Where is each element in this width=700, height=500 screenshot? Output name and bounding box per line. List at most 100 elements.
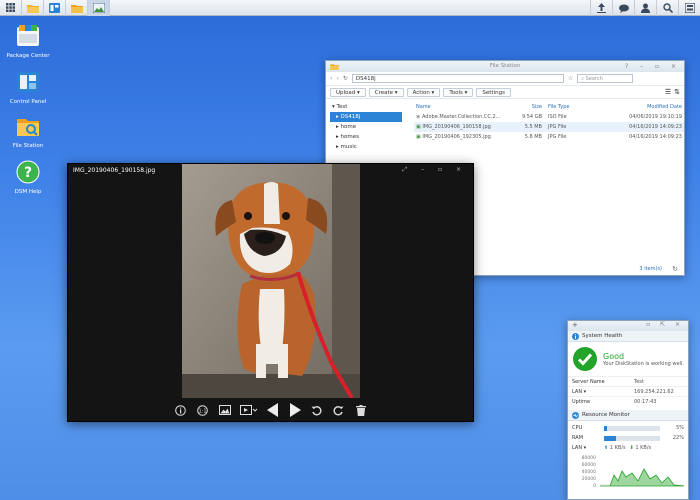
tree-item-ds418j[interactable]: ▸ DS418j [330, 112, 402, 122]
desktop-icon-package-center[interactable]: Package Center [4, 24, 52, 59]
file-type: ISO File [548, 114, 567, 120]
add-widget-icon[interactable]: + [572, 321, 578, 329]
file-row[interactable]: ▣ IMG_20190406_192305.jpg 5.8 MB JPG Fil… [414, 132, 684, 142]
refresh-list-icon[interactable]: ↻ [672, 265, 678, 273]
lan-speed-dropdown[interactable]: LAN ▾ [572, 445, 600, 451]
lan-ip-value: 169.254.221.62 [634, 389, 674, 395]
notification-button[interactable] [612, 0, 634, 16]
next-button[interactable] [288, 403, 302, 417]
chart-tick: 0 [593, 484, 596, 489]
photo-viewer-window-controls[interactable]: ⤢ – ▫ × [402, 166, 467, 174]
create-button[interactable]: Create ▾ [368, 87, 404, 97]
network-chart: 80000 60000 40000 20000 0 [572, 455, 684, 489]
tools-button[interactable]: Tools ▾ [443, 87, 474, 97]
path-input[interactable]: DS418j [351, 74, 564, 83]
column-type[interactable]: File Type [542, 102, 602, 112]
info-button[interactable] [174, 403, 188, 417]
rotate-left-button[interactable] [310, 403, 324, 417]
upload-queue-button[interactable] [590, 0, 612, 16]
user-button[interactable] [634, 0, 656, 16]
control-panel-icon [49, 2, 60, 13]
star-icon[interactable]: ☆ [568, 75, 573, 82]
chart-tick: 80000 [581, 456, 596, 461]
upload-button[interactable]: Upload ▾ [330, 87, 366, 97]
sort-icon[interactable]: ⇅ [674, 88, 680, 96]
ram-label: RAM [572, 435, 584, 441]
delete-button[interactable] [354, 403, 368, 417]
widgets-button[interactable] [678, 0, 700, 16]
health-status-message: Your DiskStation is working well. [603, 360, 684, 367]
zoom-icon: 1:1 [197, 404, 208, 416]
info-icon [175, 404, 186, 416]
lan-ip-row: LAN ▾ 169.254.221.62 [568, 386, 688, 396]
uptime-value: 00:17:43 [634, 399, 657, 405]
cpu-row: CPU 5% [568, 423, 688, 433]
photo-viewer-title: IMG_20190406_190158.jpg [73, 167, 156, 174]
back-icon[interactable]: ‹ [330, 75, 332, 82]
uptime-label: Uptime [572, 399, 591, 405]
tree-item-home[interactable]: ▸ home [330, 122, 402, 132]
cpu-bar-fill [604, 425, 607, 431]
resource-monitor-title: Resource Monitor [582, 412, 630, 418]
upload-speed: ⬆ 1 KB/s [604, 445, 626, 451]
server-name-value: Test [634, 379, 644, 385]
tree-item-label: homes [340, 134, 359, 140]
settings-button[interactable]: Settings [476, 87, 511, 97]
lan-dropdown[interactable]: LAN ▾ [572, 387, 586, 396]
image-file-icon: ▣ [416, 134, 421, 140]
taskbar-folder-button[interactable] [66, 0, 88, 16]
file-name: ◉ Adobe.Master.Collection.CC.2... [414, 112, 514, 122]
search-button[interactable] [656, 0, 678, 16]
column-size[interactable]: Size [514, 102, 542, 112]
tree-root[interactable]: ▾ Test [330, 102, 402, 112]
taskbar-file-station-button[interactable] [22, 0, 44, 16]
desktop-icon-control-panel[interactable]: Control Panel [4, 70, 52, 105]
photo-viewer-toolbar: 1:1 [68, 399, 473, 421]
column-modified[interactable]: Modified Date [602, 102, 684, 112]
tree-item-music[interactable]: ▸ music [330, 142, 402, 152]
forward-icon[interactable]: › [336, 75, 338, 82]
widget-panel-controls[interactable]: ▫ ⇱ × [646, 321, 684, 328]
file-size: 5.8 MB [524, 134, 542, 140]
search-input[interactable]: ⌕ Search [577, 74, 634, 83]
tree-root-label: Test [336, 104, 348, 110]
file-station-titlebar[interactable]: File Station ? – ▫ × [326, 61, 684, 72]
chart-tick: 20000 [581, 477, 596, 482]
slideshow-button[interactable] [239, 403, 258, 417]
lan-speed-row: LAN ▾ ⬆ 1 KB/s ⬇ 1 KB/s [568, 443, 688, 453]
chart-tick: 40000 [581, 470, 596, 475]
taskbar-photo-viewer-button[interactable] [88, 0, 110, 16]
desktop-icon-label: Control Panel [9, 98, 47, 105]
svg-text:?: ? [24, 165, 32, 181]
tree-item-homes[interactable]: ▸ homes [330, 132, 402, 142]
ram-row: RAM 22% [568, 433, 688, 443]
file-row[interactable]: ▣ IMG_20190406_190158.jpg 5.5 MB JPG Fil… [414, 122, 684, 132]
main-menu-button[interactable] [0, 0, 22, 16]
zoom-button[interactable]: 1:1 [196, 403, 210, 417]
file-modified: 04/06/2019 19:10:19 [629, 114, 682, 120]
file-name-text: IMG_20190406_192305.jpg [422, 134, 491, 140]
file-row[interactable]: ◉ Adobe.Master.Collection.CC.2... 9.54 G… [414, 112, 684, 122]
file-size: 5.5 MB [524, 124, 542, 130]
arrow-down-icon: ⬇ [629, 445, 634, 451]
desktop-icon-dsm-help[interactable]: ? DSM Help [4, 160, 52, 195]
file-name: ▣ IMG_20190406_190158.jpg [414, 122, 514, 132]
cpu-value: 5% [676, 425, 684, 431]
action-button[interactable]: Action ▾ [406, 87, 441, 97]
widget-panel-header: + ▫ ⇱ × [568, 321, 688, 331]
ram-bar [604, 435, 660, 441]
file-modified: 04/16/2019 14:09:23 [629, 124, 682, 130]
desktop-icon-label: Package Center [6, 52, 50, 59]
desktop-icon-file-station[interactable]: File Station [4, 114, 52, 149]
rotate-left-icon [311, 405, 322, 415]
window-controls[interactable]: ? – ▫ × [625, 61, 681, 72]
column-name[interactable]: Name [414, 102, 514, 112]
image-button[interactable] [218, 403, 232, 417]
previous-button[interactable] [266, 403, 280, 417]
cpu-bar [604, 425, 660, 431]
taskbar [0, 0, 700, 16]
rotate-right-button[interactable] [332, 403, 346, 417]
refresh-icon[interactable]: ↻ [343, 75, 348, 82]
list-view-icon[interactable]: ☰ [665, 88, 671, 96]
taskbar-control-panel-button[interactable] [44, 0, 66, 16]
